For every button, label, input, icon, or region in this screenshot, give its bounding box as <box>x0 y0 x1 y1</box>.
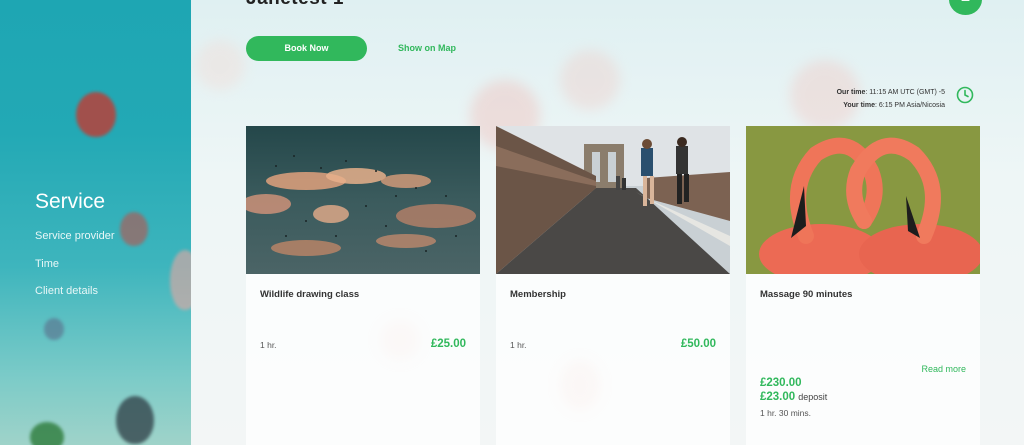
service-name: Massage 90 minutes <box>760 289 853 300</box>
our-time-value: : 11:15 AM UTC (GMT) -5 <box>865 89 945 96</box>
service-card-massage[interactable]: Massage 90 minutes Read more £230.00 £23… <box>746 126 980 445</box>
clock-icon[interactable] <box>956 86 974 104</box>
menu-button[interactable]: – <box>949 0 982 15</box>
service-card-membership[interactable]: Membership 1 hr. £50.00 <box>496 126 730 445</box>
sky-with-birds-image <box>246 126 480 274</box>
show-on-map-link[interactable]: Show on Map <box>398 43 456 53</box>
service-card-wildlife-drawing[interactable]: Wildlife drawing class 1 hr. £25.00 <box>246 126 480 445</box>
service-price: £50.00 <box>680 338 716 350</box>
balloon-decoration <box>76 92 116 137</box>
read-more-link[interactable]: Read more <box>921 364 966 374</box>
sidebar-item-service-provider[interactable]: Service provider <box>35 230 114 242</box>
service-name: Membership <box>510 289 566 300</box>
balloon-decoration <box>44 318 64 340</box>
deposit-line: £23.00 deposit <box>760 391 827 403</box>
service-duration: 1 hr. <box>510 340 527 350</box>
balloon-decoration <box>116 396 154 444</box>
our-time-label: Our time <box>836 89 866 96</box>
your-time-value: : 6:15 PM Asia/Nicosia <box>874 102 945 109</box>
balloon-decoration <box>30 422 64 445</box>
menu-icon: – <box>962 0 970 7</box>
main-content: Janetest 1 – Book Now Show on Map Our ti… <box>191 0 1024 445</box>
time-info: Our time: 11:15 AM UTC (GMT) -5 Your tim… <box>791 86 945 112</box>
page-title: Janetest 1 <box>246 0 344 10</box>
service-duration: 1 hr. <box>260 340 277 350</box>
sidebar-item-client-details[interactable]: Client details <box>35 285 98 297</box>
service-price: £25.00 <box>430 338 466 350</box>
runners-on-bridge-image <box>496 126 730 274</box>
service-name: Wildlife drawing class <box>260 289 360 300</box>
balloon-decoration <box>170 250 191 310</box>
sidebar-item-time[interactable]: Time <box>35 258 59 270</box>
flamingos-image <box>746 126 980 274</box>
deposit-label: deposit <box>798 392 828 402</box>
balloon-decoration <box>120 212 148 246</box>
book-now-button[interactable]: Book Now <box>246 36 367 61</box>
service-price: £230.00 <box>760 377 802 389</box>
deposit-amount: £23.00 <box>760 391 796 403</box>
service-duration: 1 hr. 30 mins. <box>760 408 812 418</box>
sidebar: Service Service provider Time Client det… <box>0 0 191 445</box>
sidebar-title: Service <box>35 190 106 213</box>
your-time-label: Your time <box>843 102 875 109</box>
